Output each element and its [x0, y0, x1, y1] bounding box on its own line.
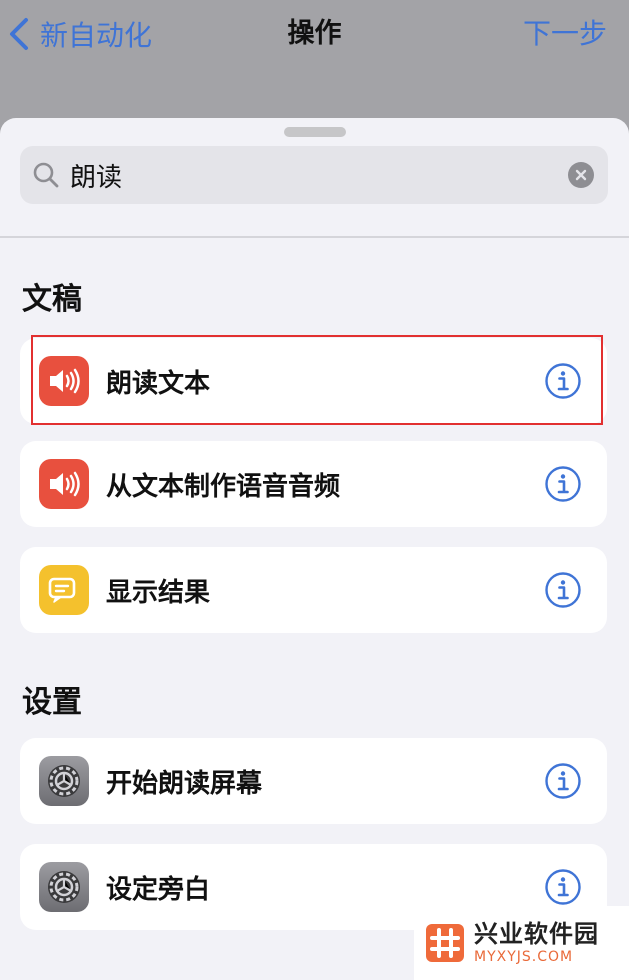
result-bubble-icon	[39, 565, 89, 615]
navigation-bar: 新自动化 操作 下一步	[0, 0, 629, 118]
close-icon	[575, 169, 587, 181]
action-label: 设定旁白	[106, 874, 211, 905]
next-button[interactable]: 下一步	[523, 14, 607, 54]
clear-search-button[interactable]	[568, 162, 594, 188]
search-icon	[33, 162, 59, 188]
settings-gear-icon	[39, 862, 89, 912]
watermark: 兴业软件园 MYXYJS.COM	[414, 906, 629, 980]
speaker-icon	[39, 459, 89, 509]
info-icon[interactable]	[544, 465, 582, 503]
back-button[interactable]: 新自动化	[8, 14, 152, 54]
info-icon[interactable]	[544, 868, 582, 906]
settings-gear-icon	[39, 756, 89, 806]
actions-sheet: 文稿 朗读文本 从文本制作语音音频	[0, 118, 629, 980]
action-row-show-result[interactable]: 显示结果	[20, 547, 607, 633]
action-row-make-spoken-audio[interactable]: 从文本制作语音音频	[20, 441, 607, 527]
section-header-documents: 文稿	[22, 282, 82, 317]
speaker-icon	[39, 356, 89, 406]
chevron-left-icon	[10, 18, 28, 50]
hash-logo-icon	[426, 924, 464, 962]
info-icon[interactable]	[544, 762, 582, 800]
sheet-grabber-handle[interactable]	[284, 127, 346, 137]
info-icon[interactable]	[544, 362, 582, 400]
action-label: 朗读文本	[106, 368, 211, 399]
section-header-settings: 设置	[22, 685, 82, 720]
info-icon[interactable]	[544, 571, 582, 609]
search-bar	[20, 146, 608, 204]
search-input[interactable]	[70, 146, 568, 204]
back-button-label: 新自动化	[40, 19, 153, 52]
action-label: 从文本制作语音音频	[106, 471, 341, 502]
divider	[0, 236, 629, 238]
action-row-start-speak-screen[interactable]: 开始朗读屏幕	[20, 738, 607, 824]
watermark-name: 兴业软件园	[474, 920, 599, 948]
watermark-url: MYXYJS.COM	[474, 949, 574, 965]
action-label: 开始朗读屏幕	[106, 768, 263, 799]
action-row-speak-text[interactable]: 朗读文本	[20, 338, 607, 424]
action-label: 显示结果	[106, 577, 211, 608]
